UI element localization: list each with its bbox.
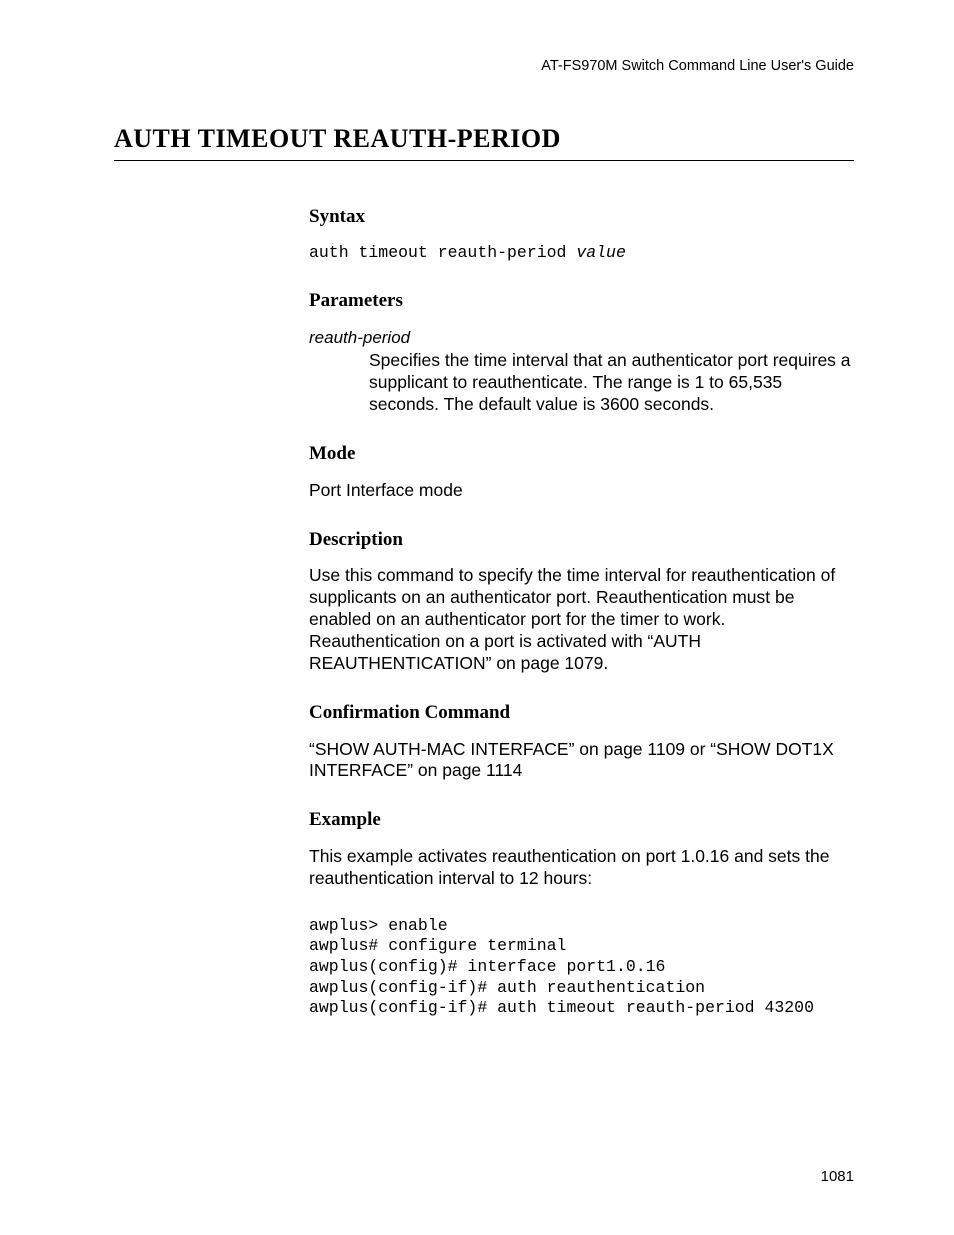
mode-text: Port Interface mode — [309, 480, 854, 502]
confirmation-text: “SHOW AUTH-MAC INTERFACE” on page 1109 o… — [309, 739, 854, 783]
running-head: AT-FS970M Switch Command Line User's Gui… — [114, 58, 854, 74]
heading-mode: Mode — [309, 442, 854, 466]
page: AT-FS970M Switch Command Line User's Gui… — [0, 0, 954, 1235]
param-desc: Specifies the time interval that an auth… — [369, 350, 854, 416]
param-name: reauth-period — [309, 327, 854, 348]
description-text: Use this command to specify the time int… — [309, 565, 854, 674]
syntax-command: auth timeout reauth-period — [309, 243, 576, 262]
heading-example: Example — [309, 808, 854, 832]
example-intro: This example activates reauthentication … — [309, 846, 854, 890]
heading-parameters: Parameters — [309, 289, 854, 313]
syntax-line: auth timeout reauth-period value — [309, 243, 854, 264]
heading-description: Description — [309, 528, 854, 552]
page-number: 1081 — [821, 1168, 854, 1185]
heading-confirmation: Confirmation Command — [309, 701, 854, 725]
heading-syntax: Syntax — [309, 205, 854, 229]
title-rule — [114, 160, 854, 161]
body-column: Syntax auth timeout reauth-period value … — [309, 205, 854, 1019]
page-title: AUTH TIMEOUT REAUTH-PERIOD — [114, 124, 854, 154]
example-code: awplus> enable awplus# configure termina… — [309, 916, 854, 1019]
syntax-arg: value — [576, 243, 626, 262]
